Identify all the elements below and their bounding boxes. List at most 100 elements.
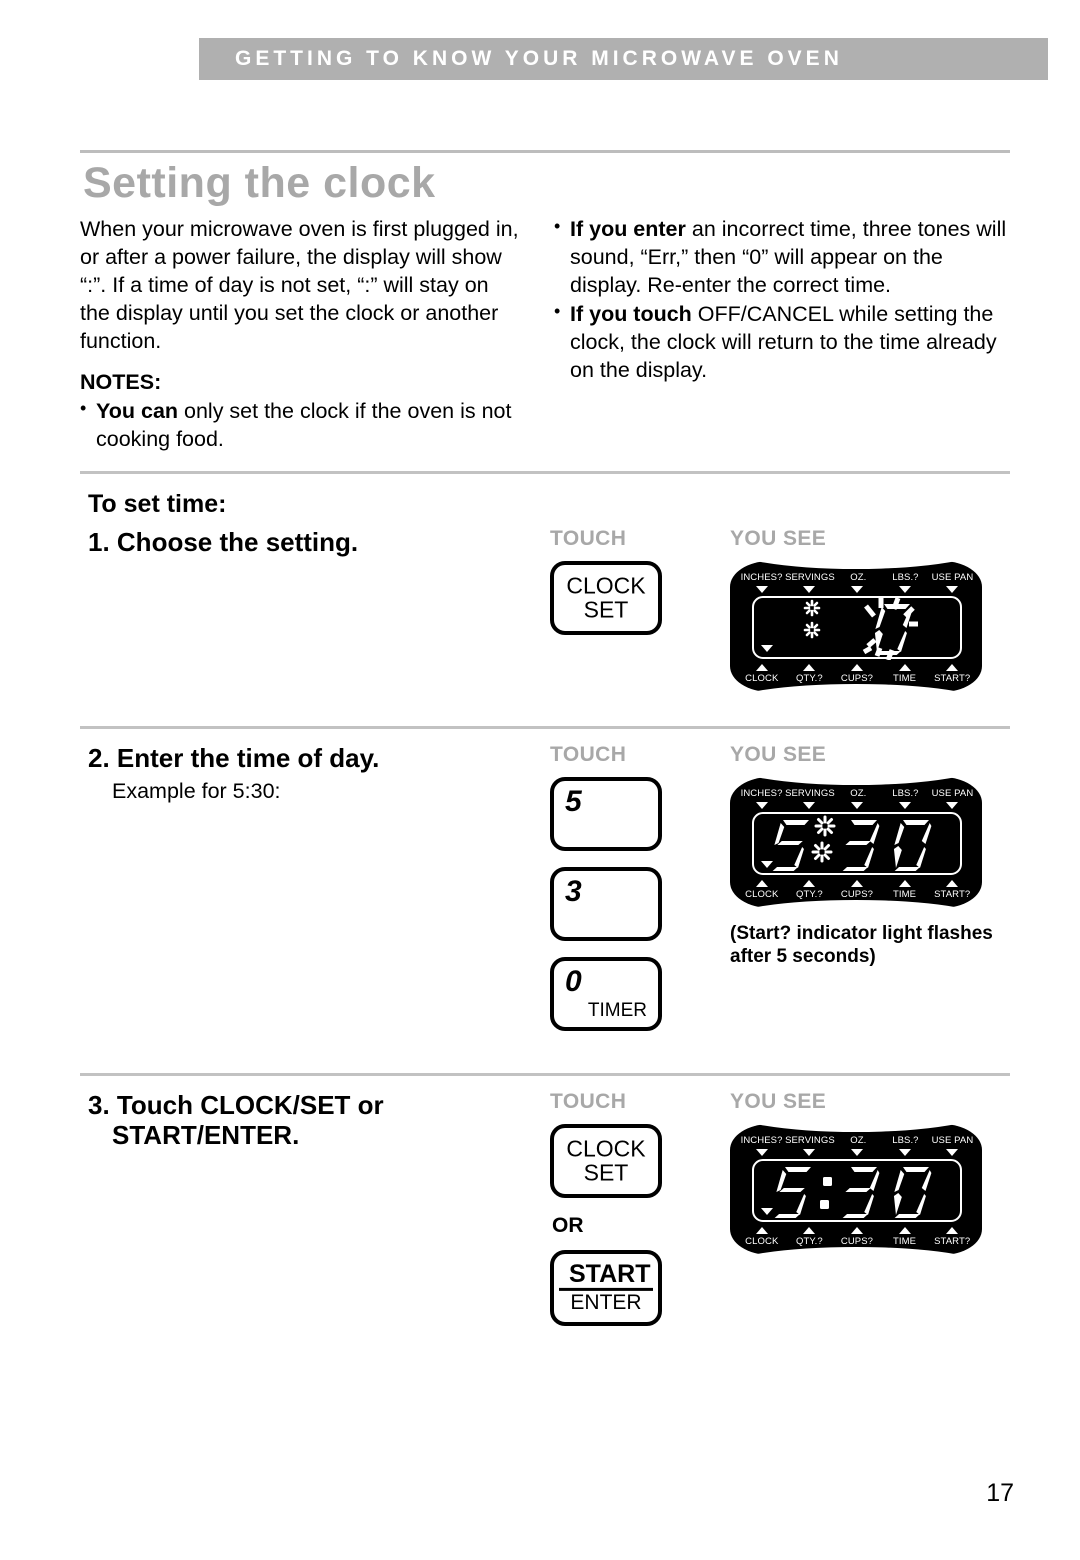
lcd-screen-step1 <box>752 595 962 661</box>
display-label-inches: INCHES? <box>740 571 783 583</box>
indicator-inches-icon <box>755 585 768 593</box>
display-panel-step3: INCHES? SERVINGS OZ. LBS.? USE PAN CLOCK… <box>726 1109 986 1267</box>
display-label-servings: SERVINGS <box>785 787 835 799</box>
display-bottom-labels: CLOCK QTY.? CUPS? TIME START? <box>738 1236 976 1247</box>
display-label-start: START? <box>934 1235 971 1247</box>
step-3-yousee-column: YOU SEE INCHES? SERVINGS OZ. LBS.? USE P… <box>726 1090 1010 1342</box>
indicator-time-icon <box>898 663 911 671</box>
display-label-oz: OZ. <box>850 1134 867 1146</box>
display-label-oz: OZ. <box>850 787 867 799</box>
display-label-clock: CLOCK <box>745 672 779 684</box>
indicator-clock-icon <box>755 879 768 887</box>
display-label-usepan: USE PAN <box>931 1134 974 1146</box>
list-item: If you enter an incorrect time, three to… <box>554 215 1009 300</box>
enter-line: ENTER <box>570 1291 642 1315</box>
indicator-start-icon <box>946 663 959 671</box>
indicator-inches-icon <box>755 801 768 809</box>
seven-segment-530-flashing <box>772 815 932 872</box>
indicator-servings-icon <box>803 1148 816 1156</box>
digit-5-label: 5 <box>565 784 582 818</box>
digit-0-label: 0 <box>565 964 582 998</box>
indicator-oz-icon <box>850 1148 863 1156</box>
indicator-clock-icon <box>755 1226 768 1234</box>
display-top-labels: INCHES? SERVINGS OZ. LBS.? USE PAN <box>738 572 976 583</box>
notes-list: You can only set the clock if the oven i… <box>80 397 520 454</box>
display-top-labels: INCHES? SERVINGS OZ. LBS.? USE PAN <box>738 788 976 799</box>
clock-set-line1: CLOCK <box>566 572 646 599</box>
display-label-cups: CUPS? <box>840 888 874 900</box>
display-label-inches: INCHES? <box>740 1134 783 1146</box>
display-label-oz: OZ. <box>850 571 867 583</box>
display-label-cups: CUPS? <box>840 672 874 684</box>
notes-heading: NOTES: <box>80 369 162 394</box>
digit-3-button[interactable]: 3 <box>550 866 662 941</box>
step-2-text: 2. Enter the time of day. Example for 5:… <box>80 743 550 1047</box>
display-label-start: START? <box>934 672 971 684</box>
step-2-divider <box>80 1072 1010 1076</box>
indicator-cups-icon <box>850 1226 863 1234</box>
display-label-clock: CLOCK <box>745 888 779 900</box>
display-label-inches: INCHES? <box>740 787 783 799</box>
display-top-indicators <box>738 801 976 809</box>
step-1-text: 1. Choose the setting. <box>80 527 550 692</box>
indicator-start-flashing-icon <box>946 879 959 887</box>
lcd-digits-step3 <box>754 1161 960 1220</box>
intro-paragraph: When your microwave oven is first plugge… <box>80 217 519 353</box>
lcd-digits-step1 <box>754 596 960 661</box>
display-label-clock: CLOCK <box>745 1235 779 1247</box>
step-1-divider <box>80 725 1010 729</box>
lcd-screen-step2 <box>752 811 962 875</box>
indicator-usepan-icon <box>946 585 959 593</box>
display-bottom-labels: CLOCK QTY.? CUPS? TIME START? <box>738 889 976 900</box>
indicator-usepan-icon <box>946 801 959 809</box>
start-enter-button[interactable]: START ENTER <box>550 1249 662 1326</box>
indicator-lbs-icon <box>898 801 911 809</box>
display-bottom-indicators <box>738 1226 976 1234</box>
display-label-start: START? <box>934 888 971 900</box>
step-1-yousee-column: YOU SEE INCHES? SERVINGS OZ. LBS.? USE P… <box>726 527 1010 704</box>
indicator-oz-icon <box>850 801 863 809</box>
lcd-digits-step2 <box>754 814 960 873</box>
clock-set-button[interactable]: CLOCK SET <box>550 1123 662 1198</box>
display-top-indicators <box>738 1148 976 1156</box>
touch-column-header: TOUCH <box>550 526 627 550</box>
list-item: You can only set the clock if the oven i… <box>80 397 520 454</box>
display-panel-step2: INCHES? SERVINGS OZ. LBS.? USE PAN CLOCK… <box>726 762 986 920</box>
tip-bold-lead: If you touch <box>570 301 692 326</box>
indicator-time-icon <box>898 1226 911 1234</box>
step-2-subtitle: Example for 5:30: <box>112 779 281 804</box>
step-2-yousee-column: YOU SEE INCHES? SERVINGS OZ. LBS.? USE P… <box>726 743 1010 1047</box>
page-content: Setting the clock When your microwave ov… <box>80 150 1010 1342</box>
display-label-qty: QTY.? <box>796 888 823 900</box>
step-1-title: 1. Choose the setting. <box>88 526 359 557</box>
banner-title: GETTING TO KNOW YOUR MICROWAVE OVEN <box>235 47 843 70</box>
procedure-heading: To set time: <box>88 489 227 518</box>
display-label-lbs: LBS.? <box>892 787 919 799</box>
timer-label: TIMER <box>587 999 647 1021</box>
display-label-time: TIME <box>893 888 917 900</box>
digit-0-timer-button[interactable]: 0 TIMER <box>550 956 662 1031</box>
lcd-screen-step3 <box>752 1158 962 1222</box>
clock-set-button[interactable]: CLOCK SET <box>550 560 662 635</box>
display-label-servings: SERVINGS <box>785 571 835 583</box>
indicator-qty-icon <box>803 1226 816 1234</box>
indicator-qty-icon <box>803 663 816 671</box>
indicator-start-icon <box>946 1226 959 1234</box>
step-3-text: 3. Touch CLOCK/SET or START/ENTER. <box>80 1090 550 1342</box>
display-label-lbs: LBS.? <box>892 1134 919 1146</box>
touch-column-header: TOUCH <box>550 742 627 766</box>
display-label-lbs: LBS.? <box>892 571 919 583</box>
indicator-servings-icon <box>803 801 816 809</box>
digit-5-button[interactable]: 5 <box>550 776 662 851</box>
display-panel-step1: INCHES? SERVINGS OZ. LBS.? USE PAN CLOCK… <box>726 546 986 704</box>
title-divider <box>80 150 1010 153</box>
step-3-touch-column: TOUCH CLOCK SET OR START ENTER <box>550 1090 730 1342</box>
display-top-indicators <box>738 585 976 593</box>
digit-3-label: 3 <box>565 874 582 908</box>
intro-left-column: When your microwave oven is first plugge… <box>80 216 520 455</box>
indicator-servings-icon <box>803 585 816 593</box>
indicator-oz-icon <box>850 585 863 593</box>
start-line: START <box>559 1260 653 1292</box>
or-separator-label: OR <box>552 1213 584 1237</box>
clock-set-line2: SET <box>583 1159 629 1186</box>
